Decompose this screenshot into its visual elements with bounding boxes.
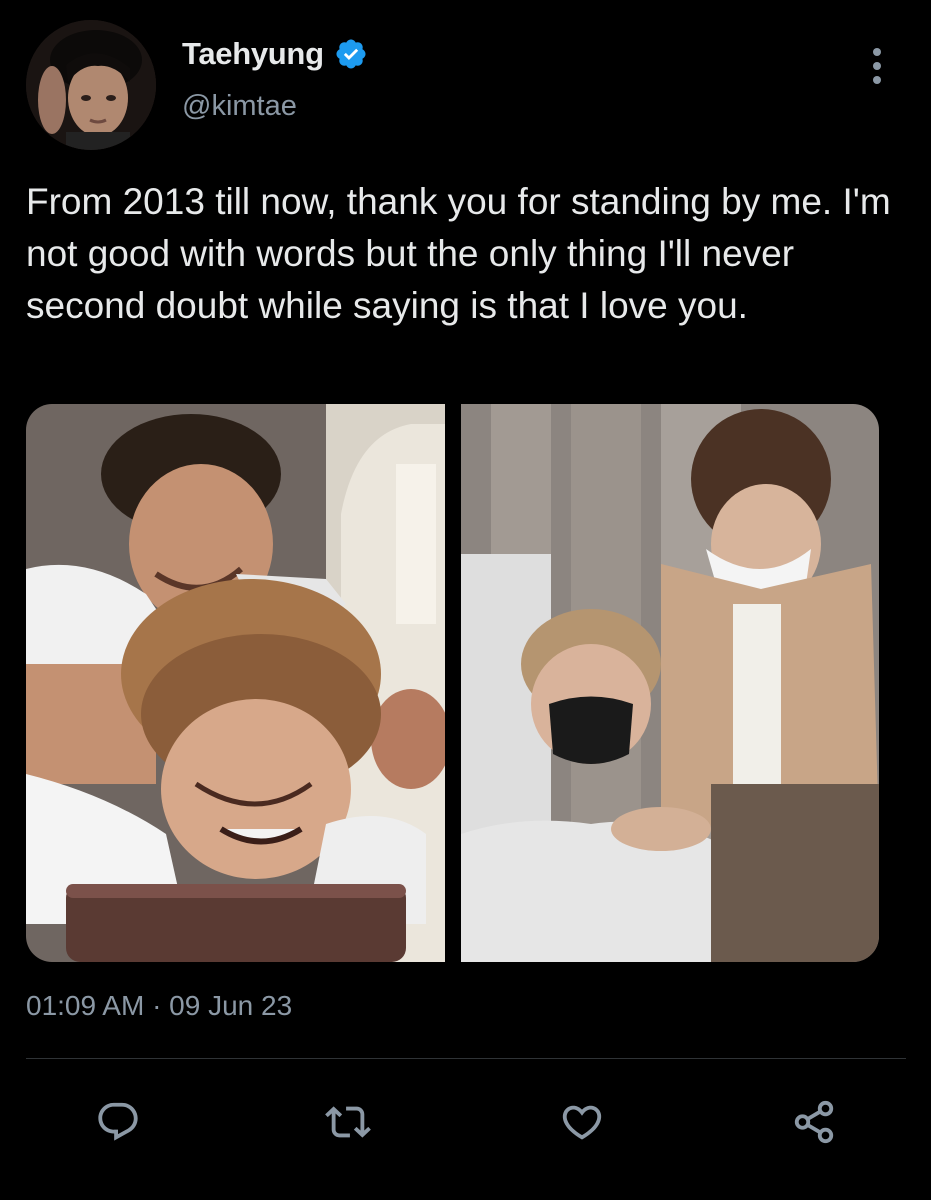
verified-badge-icon — [334, 37, 368, 71]
reply-icon — [98, 1102, 138, 1141]
like-button[interactable] — [554, 1094, 610, 1150]
retweet-button[interactable] — [320, 1094, 376, 1150]
share-icon — [794, 1100, 834, 1144]
display-name[interactable]: Taehyung — [182, 36, 324, 72]
reply-button[interactable] — [90, 1094, 146, 1150]
author-name-row: Taehyung — [182, 36, 368, 72]
share-button[interactable] — [786, 1094, 842, 1150]
retweet-icon — [325, 1106, 371, 1138]
tweet-photo-2[interactable] — [461, 404, 879, 962]
author-handle[interactable]: @kimtae — [182, 90, 297, 123]
avatar[interactable] — [26, 20, 156, 150]
divider — [26, 1058, 906, 1059]
heart-icon — [562, 1105, 602, 1140]
avatar-image — [26, 20, 156, 150]
photo-two-people-shoulder-massage — [26, 404, 445, 962]
tweet: Taehyung @kimtae From 2013 till now, tha… — [0, 0, 931, 1200]
action-bar — [0, 1094, 931, 1154]
tweet-timestamp[interactable]: 01:09 AM · 09 Jun 23 — [26, 990, 292, 1022]
tweet-text: From 2013 till now, thank you for standi… — [26, 181, 891, 326]
more-options-icon[interactable] — [864, 44, 890, 88]
tweet-photo-1[interactable] — [26, 404, 445, 962]
media-grid[interactable] — [26, 404, 879, 962]
photo-masked-people-shoulder-touch — [461, 404, 879, 962]
